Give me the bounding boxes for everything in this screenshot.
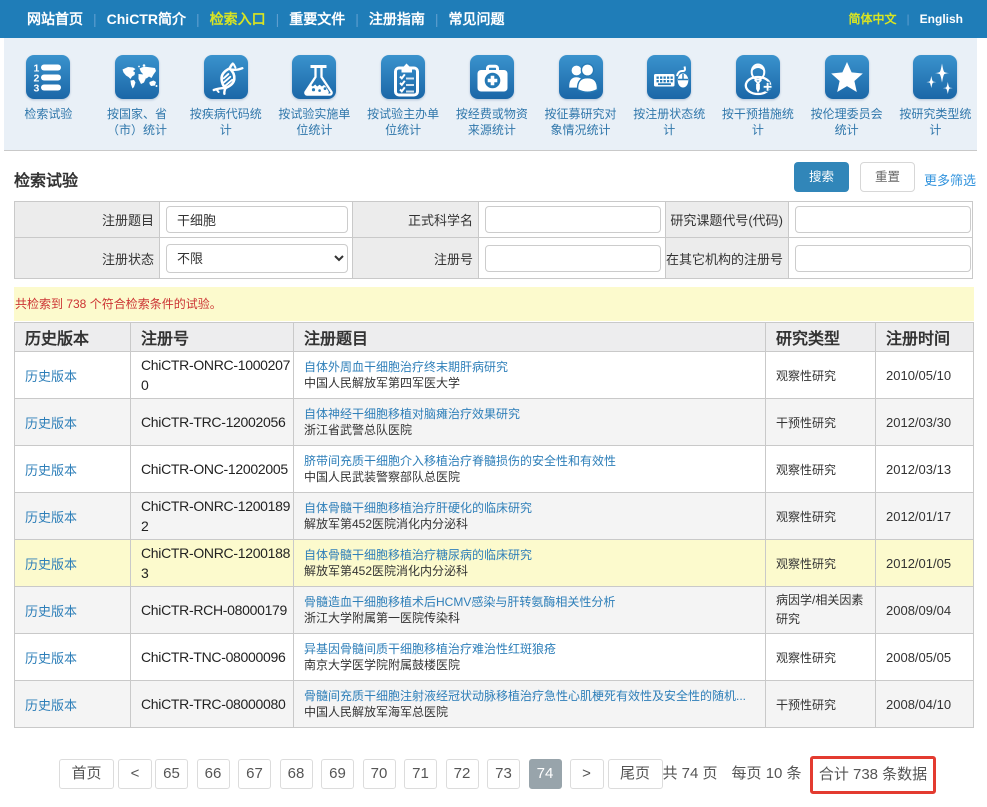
svg-text:3: 3: [34, 83, 40, 95]
